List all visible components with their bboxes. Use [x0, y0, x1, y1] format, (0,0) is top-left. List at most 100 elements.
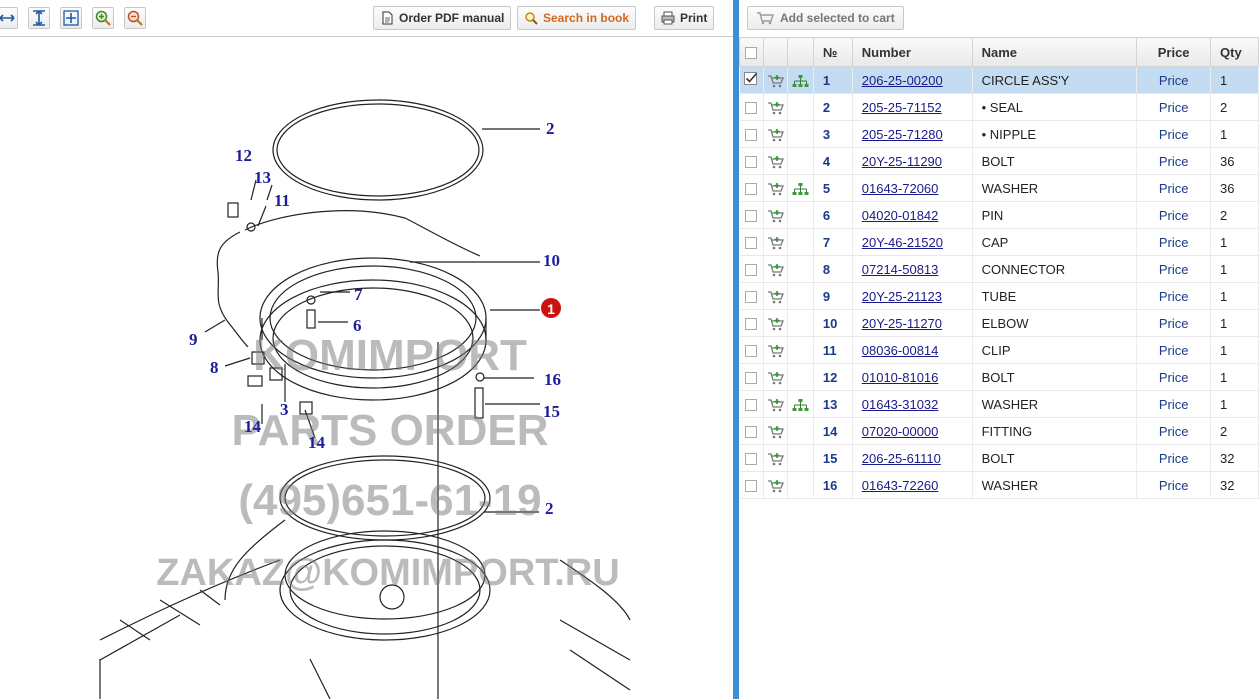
price-link[interactable]: Price — [1136, 282, 1212, 310]
add-to-cart-icon[interactable] — [767, 236, 784, 250]
add-to-cart-cell[interactable] — [763, 120, 788, 148]
price-column-header[interactable]: Price — [1136, 37, 1212, 67]
subassembly-tree-icon[interactable] — [792, 74, 809, 88]
part-number-link[interactable]: 01010-81016 — [862, 370, 939, 385]
callout-label[interactable]: 2 — [545, 499, 554, 518]
qty-column-header[interactable]: Qty — [1210, 37, 1259, 67]
row-checkbox[interactable] — [745, 480, 758, 493]
add-to-cart-icon[interactable] — [767, 290, 784, 304]
price-link[interactable]: Price — [1136, 390, 1212, 418]
callout-label[interactable]: 16 — [544, 370, 561, 389]
price-link[interactable]: Price — [1136, 93, 1212, 121]
add-to-cart-cell[interactable] — [763, 444, 788, 472]
table-row[interactable]: 1 206-25-00200 CIRCLE ASS'Y Price 1 — [739, 66, 1259, 94]
table-row[interactable]: 14 07020-00000 FITTING Price 2 — [739, 417, 1259, 445]
part-number-link[interactable]: 07214-50813 — [862, 262, 939, 277]
part-number-link[interactable]: 01643-72260 — [862, 478, 939, 493]
table-row[interactable]: 7 20Y-46-21520 CAP Price 1 — [739, 228, 1259, 256]
row-checkbox[interactable] — [745, 156, 758, 169]
table-row[interactable]: 6 04020-01842 PIN Price 2 — [739, 201, 1259, 229]
part-number-link[interactable]: 205-25-71280 — [862, 127, 943, 142]
add-to-cart-icon[interactable] — [767, 155, 784, 169]
price-link[interactable]: Price — [1136, 120, 1212, 148]
add-to-cart-icon[interactable] — [767, 371, 784, 385]
order-pdf-button[interactable]: Order PDF manual — [373, 6, 512, 30]
table-row[interactable]: 15 206-25-61110 BOLT Price 32 — [739, 444, 1259, 472]
price-link[interactable]: Price — [1136, 417, 1212, 445]
add-to-cart-icon[interactable] — [767, 128, 784, 142]
tree-cell[interactable] — [787, 174, 814, 202]
callout-label[interactable]: 6 — [353, 316, 362, 335]
part-number-link[interactable]: 20Y-25-11290 — [862, 154, 942, 169]
tree-cell[interactable] — [787, 390, 814, 418]
add-to-cart-icon[interactable] — [767, 479, 784, 493]
print-button[interactable]: Print — [654, 6, 715, 30]
callout-label[interactable]: 12 — [235, 146, 252, 165]
row-checkbox[interactable] — [745, 183, 758, 196]
callout-label[interactable]: 2 — [546, 119, 555, 138]
price-link[interactable]: Price — [1136, 147, 1212, 175]
price-link[interactable]: Price — [1136, 228, 1212, 256]
fit-width-button[interactable] — [0, 7, 18, 29]
part-number-link[interactable]: 04020-01842 — [862, 208, 939, 223]
callout-label[interactable]: 3 — [280, 400, 289, 419]
add-to-cart-icon[interactable] — [767, 452, 784, 466]
callout-label[interactable]: 10 — [543, 251, 560, 270]
price-link[interactable]: Price — [1136, 444, 1212, 472]
table-row[interactable]: 5 01643-72060 WASHER Price 36 — [739, 174, 1259, 202]
main-assembly-marker[interactable]: 1 — [541, 298, 561, 318]
callout-label[interactable]: 14 — [308, 433, 326, 452]
row-select-cell[interactable] — [739, 147, 764, 175]
table-row[interactable]: 4 20Y-25-11290 BOLT Price 36 — [739, 147, 1259, 175]
subassembly-tree-icon[interactable] — [792, 398, 809, 412]
row-select-cell[interactable] — [739, 417, 764, 445]
price-link[interactable]: Price — [1136, 309, 1212, 337]
price-link[interactable]: Price — [1136, 471, 1212, 499]
add-to-cart-cell[interactable] — [763, 282, 788, 310]
number-column-header[interactable]: Number — [851, 37, 973, 67]
row-checkbox[interactable] — [745, 129, 758, 142]
add-to-cart-icon[interactable] — [767, 182, 784, 196]
table-row[interactable]: 12 01010-81016 BOLT Price 1 — [739, 363, 1259, 391]
row-checkbox[interactable] — [745, 291, 758, 304]
row-select-cell[interactable] — [739, 282, 764, 310]
no-column-header[interactable]: № — [812, 37, 853, 67]
add-to-cart-cell[interactable] — [763, 390, 788, 418]
callout-label[interactable]: 11 — [274, 191, 290, 210]
price-link[interactable]: Price — [1136, 174, 1212, 202]
row-select-cell[interactable] — [739, 255, 764, 283]
add-to-cart-cell[interactable] — [763, 309, 788, 337]
row-select-cell[interactable] — [739, 174, 764, 202]
select-all-checkbox[interactable] — [745, 47, 758, 60]
callout-label[interactable]: 7 — [354, 285, 363, 304]
callout-label[interactable]: 9 — [189, 330, 198, 349]
part-number-link[interactable]: 01643-31032 — [862, 397, 939, 412]
add-to-cart-icon[interactable] — [767, 425, 784, 439]
row-select-cell[interactable] — [739, 336, 764, 364]
part-number-link[interactable]: 206-25-00200 — [862, 73, 943, 88]
add-to-cart-icon[interactable] — [767, 263, 784, 277]
name-column-header[interactable]: Name — [971, 37, 1138, 67]
search-in-book-button[interactable]: Search in book — [517, 6, 637, 30]
add-to-cart-cell[interactable] — [763, 255, 788, 283]
add-to-cart-cell[interactable] — [763, 174, 788, 202]
row-checkbox[interactable] — [745, 237, 758, 250]
price-link[interactable]: Price — [1136, 363, 1212, 391]
add-to-cart-cell[interactable] — [763, 471, 788, 499]
table-row[interactable]: 3 205-25-71280 • NIPPLE Price 1 — [739, 120, 1259, 148]
add-to-cart-icon[interactable] — [767, 317, 784, 331]
row-select-cell[interactable] — [739, 471, 764, 499]
add-to-cart-cell[interactable] — [763, 147, 788, 175]
callout-label[interactable]: 8 — [210, 358, 219, 377]
table-row[interactable]: 16 01643-72260 WASHER Price 32 — [739, 471, 1259, 499]
table-row[interactable]: 13 01643-31032 WASHER Price 1 — [739, 390, 1259, 418]
add-to-cart-cell[interactable] — [763, 417, 788, 445]
tree-cell[interactable] — [787, 66, 814, 94]
zoom-in-button[interactable] — [92, 7, 114, 29]
row-select-cell[interactable] — [739, 93, 764, 121]
row-checkbox[interactable] — [745, 453, 758, 466]
add-selected-to-cart-button[interactable]: Add selected to cart — [747, 6, 904, 30]
zoom-out-button[interactable] — [124, 7, 146, 29]
add-to-cart-cell[interactable] — [763, 93, 788, 121]
row-checkbox[interactable] — [745, 426, 758, 439]
